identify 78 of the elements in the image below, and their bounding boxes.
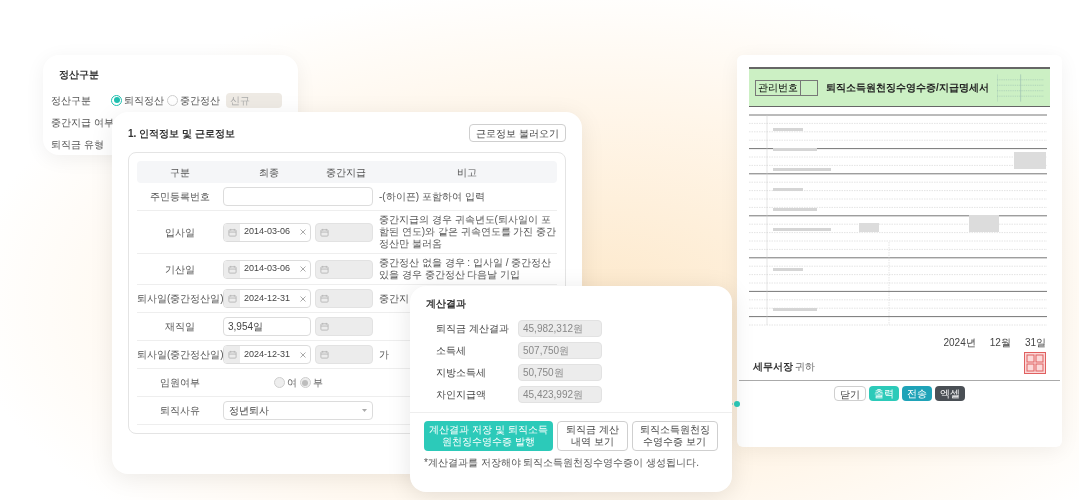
row-label: 퇴사일(중간정산일) [137, 292, 223, 306]
card-title: 계산결과 [425, 297, 467, 311]
result-field: 45,982,312원 [518, 320, 602, 337]
document-button[interactable]: 엑셀 [935, 386, 965, 401]
date-text: 2024년 [943, 336, 976, 350]
calendar-icon [320, 264, 329, 274]
date-field[interactable]: 2024-12-31 [223, 289, 311, 308]
clear-icon[interactable] [300, 295, 306, 302]
result-label: 차인지급액 [436, 388, 487, 402]
row-label: 입사일 [164, 225, 196, 240]
field-label: 퇴직금 유형 [51, 137, 105, 152]
reason-select[interactable]: 정년퇴사 [223, 401, 373, 420]
calendar-icon [320, 227, 329, 237]
management-label: 관리번호 [756, 80, 801, 95]
radio-label: 중간정산 [180, 93, 220, 108]
radio-label: 부 [312, 376, 323, 390]
row-label: 기산일 [164, 262, 196, 277]
section-title: 1. 인적정보 및 근로정보 [128, 126, 235, 141]
calendar-icon [320, 294, 329, 303]
radio-button[interactable] [167, 94, 178, 106]
note-text: 중간정산 없을 경우 : 입사일 / 중간정산 있을 경우 중간정산 다음날 기입 [379, 257, 553, 281]
result-field: 507,750원 [518, 342, 602, 359]
result-label: 지방소득세 [436, 366, 487, 380]
text-field[interactable] [223, 187, 373, 206]
radio-label: 퇴직정산 [124, 93, 164, 108]
footnote-text: *계산결과를 저장해야 퇴직소득원천징수영수증이 생성됩니다. [423, 457, 700, 469]
result-field: 45,423,992원 [518, 386, 602, 403]
text-field[interactable]: 3,954일 [223, 317, 311, 336]
row-label: 퇴직사유 [159, 404, 201, 418]
document-button[interactable]: 닫기 [834, 386, 866, 401]
calendar-icon [227, 227, 237, 237]
calendar-icon [227, 294, 237, 303]
card-title: 정산구분 [59, 68, 100, 82]
date-field[interactable] [315, 317, 373, 336]
date-field[interactable]: 2014-03-06 [223, 222, 311, 242]
calendar-icon [320, 350, 329, 359]
field-label: 중간지급 여부 [51, 115, 115, 130]
header-grid-drawing [996, 72, 1044, 103]
date-text: 31일 [1024, 336, 1046, 350]
date-field[interactable]: 2014-03-06 [223, 259, 311, 279]
column-header: 구분 [169, 165, 191, 180]
clear-icon[interactable] [300, 229, 306, 235]
field-label: 정산구분 [51, 93, 92, 108]
date-field[interactable] [315, 345, 373, 364]
result-label: 소득세 [436, 344, 467, 358]
stamp-icon [1024, 352, 1046, 374]
calendar-icon [227, 264, 237, 274]
column-header: 중간지급 [325, 165, 367, 180]
addressee-text: 세무서장 [753, 360, 793, 374]
result-field: 50,750원 [518, 364, 602, 381]
row-label: 주민등록번호 [149, 190, 211, 204]
row-label: 재직일 [164, 320, 196, 334]
result-label: 퇴직금 계산결과 [436, 322, 510, 336]
radio-button[interactable] [111, 94, 122, 106]
clear-icon[interactable] [300, 351, 306, 358]
note-text: 중간지급의 경우 귀속년도(퇴사일이 포함된 연도)와 같은 귀속연도를 가진 중간정산만 불러옴 [379, 214, 557, 250]
note-text: 중간지 [379, 292, 409, 305]
addressee-suffix: 귀하 [795, 360, 815, 374]
column-header: 비고 [456, 165, 478, 180]
date-field[interactable]: 2024-12-31 [223, 345, 311, 364]
document-title: 퇴직소득원천징수영수증/지급명세서 [826, 81, 989, 95]
date-field[interactable] [315, 289, 373, 308]
row-label: 퇴사일(중간정산일) [137, 348, 223, 362]
note-text: 가 [379, 348, 389, 361]
note-text: -(하이픈) 포함하여 입력 [379, 190, 485, 203]
radio-label: 여 [286, 376, 297, 390]
caret-icon [362, 409, 367, 412]
column-header: 최종 [258, 165, 280, 180]
row-label: 임원여부 [159, 376, 201, 390]
date-text: 12월 [989, 336, 1011, 350]
view-button[interactable]: 퇴직금 계산내역 보기 [557, 421, 628, 451]
load-button[interactable]: 근로정보 불러오기 [469, 124, 566, 142]
date-field[interactable] [315, 222, 373, 242]
date-field[interactable] [315, 259, 373, 279]
clear-icon[interactable] [300, 266, 306, 272]
view-button[interactable]: 퇴직소득원천징수영수증 보기 [631, 421, 718, 451]
calendar-icon [227, 350, 237, 359]
calendar-icon [320, 322, 329, 331]
